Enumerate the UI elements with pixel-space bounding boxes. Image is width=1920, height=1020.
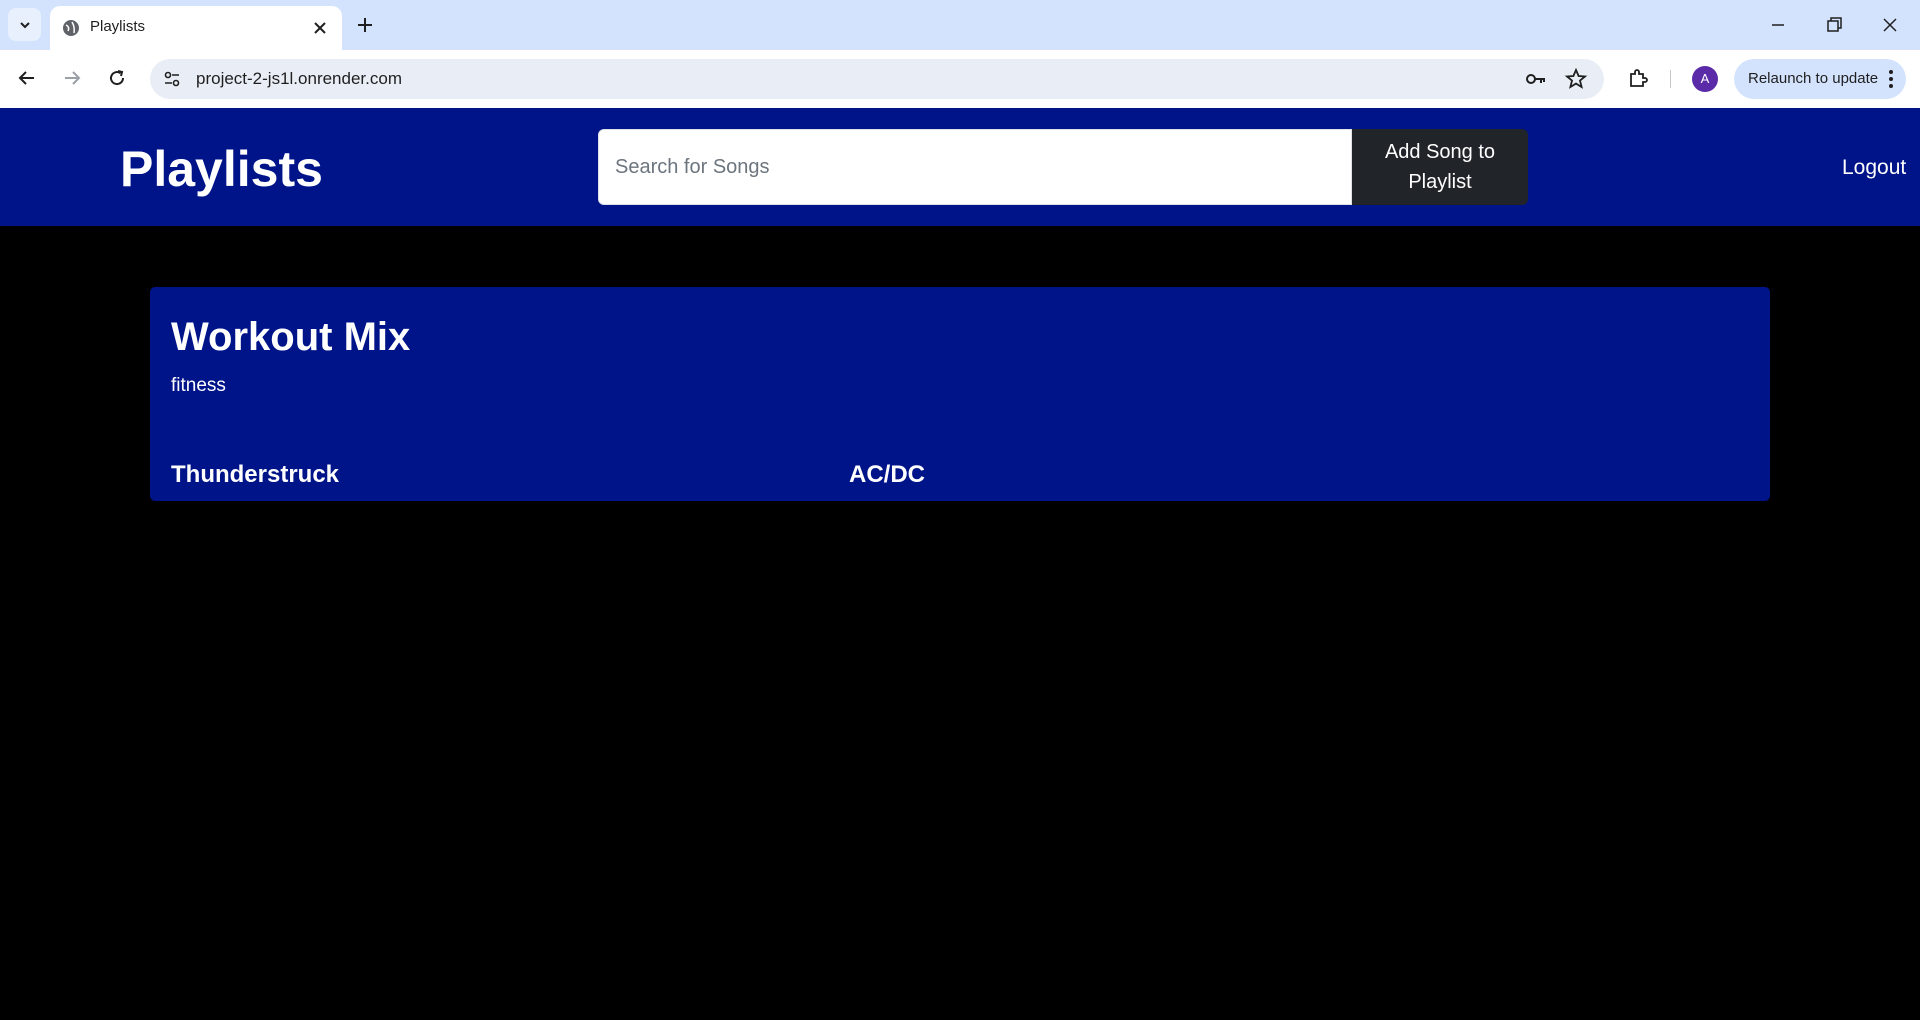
profile-avatar[interactable]: A bbox=[1692, 66, 1718, 92]
song-title: Thunderstruck bbox=[171, 461, 340, 488]
close-tab-icon[interactable] bbox=[312, 20, 328, 36]
restore-icon[interactable] bbox=[1822, 13, 1846, 37]
app-header: Playlists Add Song to Playlist Logout bbox=[0, 108, 1920, 226]
add-song-button[interactable]: Add Song to Playlist bbox=[1352, 129, 1528, 205]
browser-tab-bar: Playlists bbox=[0, 0, 1920, 50]
toolbar-divider bbox=[1670, 70, 1671, 88]
forward-icon[interactable] bbox=[60, 66, 84, 90]
relaunch-label: Relaunch to update bbox=[1748, 70, 1879, 87]
extensions-icon[interactable] bbox=[1626, 66, 1650, 90]
playlist-card: Workout Mix fitness Thunderstruck AC/DC bbox=[150, 287, 1770, 501]
more-vert-icon[interactable] bbox=[1886, 67, 1896, 91]
close-window-icon[interactable] bbox=[1878, 13, 1902, 37]
new-tab-icon[interactable] bbox=[354, 14, 376, 36]
playlist-title: Workout Mix bbox=[171, 315, 411, 359]
browser-tab[interactable]: Playlists bbox=[50, 6, 342, 50]
minimize-icon[interactable] bbox=[1766, 13, 1790, 37]
reload-icon[interactable] bbox=[105, 66, 129, 90]
playlist-tag: fitness bbox=[171, 375, 226, 396]
address-bar[interactable]: project-2-js1l.onrender.com bbox=[150, 59, 1604, 99]
url-text: project-2-js1l.onrender.com bbox=[196, 69, 402, 88]
song-search-input[interactable] bbox=[598, 129, 1352, 205]
back-icon[interactable] bbox=[15, 66, 39, 90]
logout-link[interactable]: Logout bbox=[1842, 156, 1906, 180]
tab-search-button[interactable] bbox=[8, 8, 41, 41]
tab-title: Playlists bbox=[90, 18, 146, 35]
browser-toolbar: project-2-js1l.onrender.com A Relaunch t… bbox=[0, 50, 1920, 108]
song-artist: AC/DC bbox=[849, 461, 925, 488]
site-info-icon[interactable] bbox=[162, 69, 182, 89]
password-key-icon[interactable] bbox=[1524, 68, 1548, 90]
relaunch-button[interactable]: Relaunch to update bbox=[1734, 59, 1906, 99]
globe-icon bbox=[63, 20, 79, 36]
chevron-down-icon bbox=[19, 21, 30, 28]
brand-title[interactable]: Playlists bbox=[120, 140, 323, 198]
bookmark-star-icon[interactable] bbox=[1564, 67, 1588, 91]
